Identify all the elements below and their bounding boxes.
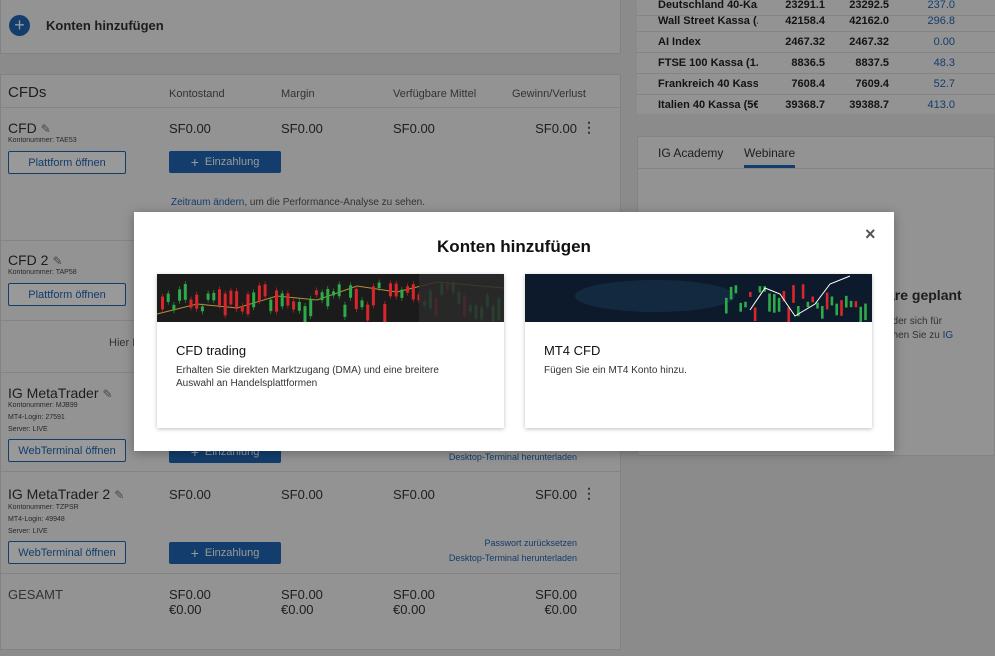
option-description: Fügen Sie ein MT4 Konto hinzu. — [544, 365, 687, 376]
candle-body — [320, 292, 324, 301]
candle-body — [734, 285, 738, 294]
candle-body — [343, 304, 347, 317]
candle-body — [309, 298, 313, 317]
candle-body — [859, 306, 862, 322]
candle-body — [332, 291, 335, 296]
candle-body — [223, 293, 227, 316]
candle-body — [758, 286, 762, 293]
candle-body — [280, 293, 284, 307]
candle-body — [729, 286, 733, 300]
candle-body — [303, 306, 307, 322]
candle-body — [849, 300, 853, 308]
candle-body — [218, 289, 221, 306]
candle-body — [286, 293, 290, 306]
option-mt4-cfd[interactable]: MT4 CFD Fügen Sie ein MT4 Konto hinzu. — [525, 274, 872, 428]
candle-body — [792, 285, 795, 303]
cfd-trading-chart-image — [157, 274, 504, 322]
candle-body — [166, 293, 170, 302]
mt4-chart-image — [525, 274, 872, 322]
candle-body — [314, 290, 318, 295]
candle-body — [229, 290, 233, 305]
candle-body — [326, 288, 330, 307]
candle-body — [725, 297, 728, 314]
candle-body — [366, 304, 370, 321]
close-icon[interactable]: × — [865, 224, 876, 245]
candle-body — [406, 286, 410, 293]
candle-body — [275, 290, 278, 312]
candle-body — [246, 294, 250, 315]
candle-body — [739, 302, 742, 312]
candle-body — [744, 301, 747, 308]
candle-body — [400, 289, 404, 298]
candle-body — [178, 289, 182, 301]
candle-body — [377, 282, 381, 289]
candle-body — [269, 299, 273, 312]
candle-body — [749, 291, 752, 297]
candle-body — [830, 296, 834, 306]
candle-body — [189, 299, 193, 308]
candle-body — [383, 303, 387, 322]
add-account-modal: Konten hinzufügen × CFD trading Erhalten… — [134, 212, 894, 451]
candle-body — [172, 304, 176, 311]
candle-body — [768, 293, 771, 312]
candle-body — [354, 288, 358, 310]
candle-body — [349, 285, 353, 298]
candle-body — [835, 303, 838, 316]
candle-body — [854, 301, 858, 308]
option-title: CFD trading — [176, 343, 247, 358]
option-cfd-trading[interactable]: CFD trading Erhalten Sie direkten Marktz… — [157, 274, 504, 428]
candle-body — [183, 283, 187, 300]
candle-body — [816, 302, 819, 309]
candle-body — [297, 301, 301, 311]
candle-body — [394, 283, 398, 297]
candle-body — [206, 293, 210, 300]
candle-body — [864, 303, 867, 321]
candle-body — [292, 301, 296, 310]
candle-body — [753, 307, 757, 322]
candle-body — [360, 300, 364, 308]
candle-body — [811, 296, 814, 303]
candle-body — [825, 292, 829, 310]
candle-body — [773, 293, 776, 313]
candle-body — [195, 294, 199, 309]
candle-body — [840, 300, 843, 316]
candle-body — [257, 285, 261, 302]
candle-body — [240, 306, 244, 312]
world-map-shape — [575, 280, 735, 312]
candle-body — [252, 292, 256, 308]
candle-body — [371, 286, 375, 306]
candle-body — [787, 307, 790, 322]
option-title: MT4 CFD — [544, 343, 601, 358]
candle-body — [411, 284, 415, 300]
order-panel — [419, 274, 504, 322]
candle-body — [821, 305, 824, 319]
candle-body — [389, 283, 392, 297]
option-description: Erhalten Sie direkten Marktzugang (DMA) … — [176, 365, 439, 389]
candle-body — [777, 297, 781, 312]
candle-body — [161, 296, 164, 310]
candle-body — [200, 306, 204, 312]
candle-body — [806, 301, 810, 308]
candle-body — [801, 284, 805, 299]
candle-body — [845, 295, 848, 308]
candle-body — [337, 284, 341, 297]
candle-body — [263, 284, 267, 297]
candle-body — [235, 291, 239, 310]
modal-title: Konten hinzufügen — [437, 237, 591, 256]
candle-body — [212, 292, 216, 301]
